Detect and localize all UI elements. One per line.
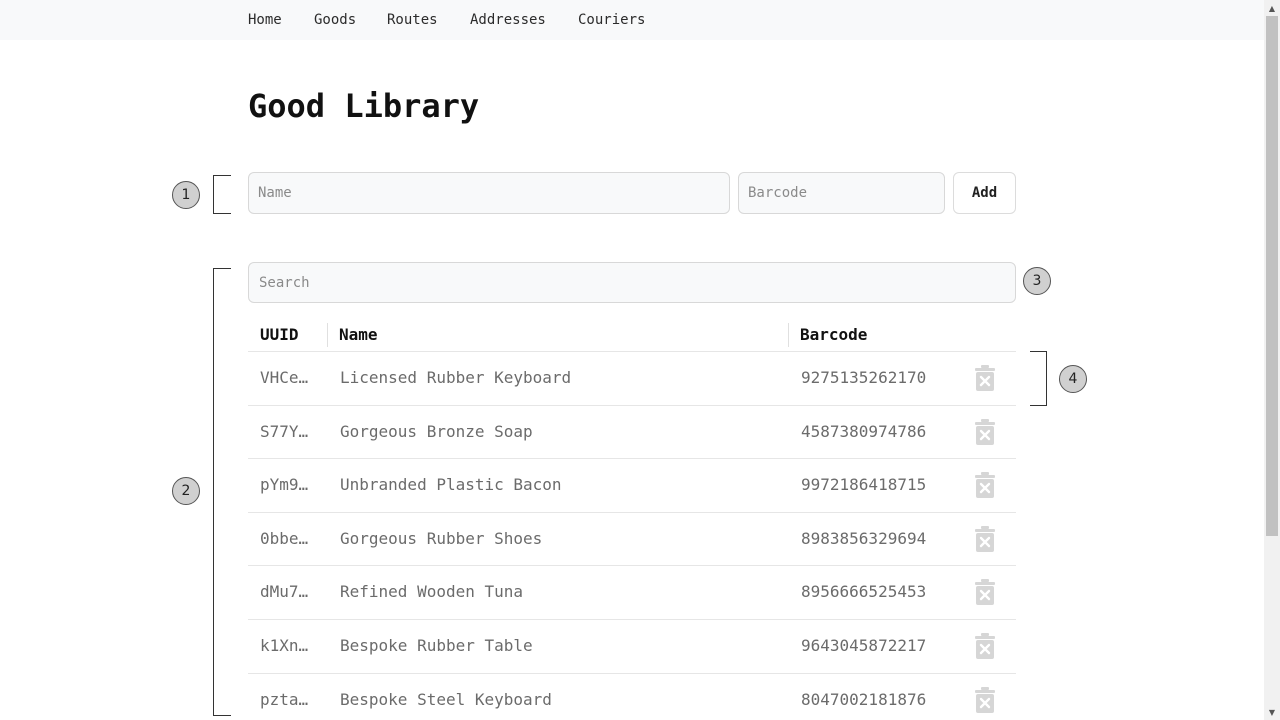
add-button[interactable]: Add (953, 172, 1016, 214)
nav-home[interactable]: Home (248, 11, 282, 29)
annotation-bracket-4 (1030, 351, 1047, 406)
trash-icon[interactable] (974, 418, 996, 446)
cell-uuid: VHCe… (260, 369, 309, 387)
page-title: Good Library (248, 87, 480, 125)
search-input[interactable] (248, 262, 1016, 303)
table-body: VHCe… Licensed Rubber Keyboard 92751352621… (248, 352, 1016, 720)
scroll-thumb[interactable] (1266, 16, 1278, 536)
table-row: dMu7… Refined Wooden Tuna 8956666525453 (248, 566, 1016, 620)
table-row: S77Y… Gorgeous Bronze Soap 4587380974786 (248, 406, 1016, 460)
trash-icon[interactable] (974, 364, 996, 392)
table-header: UUID Name Barcode (248, 318, 1016, 352)
top-nav: Home Goods Routes Addresses Couriers (0, 0, 1264, 40)
barcode-input[interactable] (738, 172, 945, 214)
cell-uuid: pYm9… (260, 476, 309, 495)
table-row: VHCe… Licensed Rubber Keyboard 92751352621… (248, 352, 1016, 406)
annotation-bracket-1 (213, 175, 231, 214)
cell-barcode: 4587380974786 (801, 422, 927, 441)
table-row: pYm9… Unbranded Plastic Bacon 997218641871… (248, 459, 1016, 513)
table-row: 0bbe… Gorgeous Rubber Shoes 8983856329694 (248, 513, 1016, 567)
annotation-badge-3: 3 (1023, 267, 1051, 295)
header-name[interactable]: Name (339, 326, 378, 344)
header-barcode[interactable]: Barcode (800, 326, 867, 344)
cell-name: Gorgeous Bronze Soap (340, 422, 533, 441)
cell-barcode: 9972186418715 (801, 476, 927, 495)
nav-couriers[interactable]: Couriers (578, 11, 645, 29)
annotation-badge-2: 2 (172, 477, 200, 505)
page-scrollbar[interactable]: ▲ ▼ (1264, 0, 1280, 720)
trash-icon[interactable] (974, 686, 996, 714)
cell-barcode: 8956666525453 (801, 583, 927, 602)
cell-name: Gorgeous Rubber Shoes (340, 529, 543, 548)
cell-name: Unbranded Plastic Bacon (340, 476, 562, 495)
header-uuid[interactable]: UUID (260, 326, 299, 344)
trash-icon[interactable] (974, 471, 996, 499)
cell-barcode: 9643045872217 (801, 636, 927, 655)
annotation-bracket-2 (213, 268, 231, 716)
scroll-up-arrow-icon[interactable]: ▲ (1264, 0, 1280, 16)
name-input[interactable] (248, 172, 730, 214)
nav-goods[interactable]: Goods (314, 11, 356, 29)
annotation-badge-1: 1 (172, 181, 200, 209)
cell-uuid: dMu7… (260, 583, 309, 602)
goods-table: UUID Name Barcode VHCe… Licensed Rubber K… (248, 318, 1016, 720)
cell-name: Licensed Rubber Keyboard (340, 369, 572, 387)
header-separator (327, 323, 328, 347)
scroll-down-arrow-icon[interactable]: ▼ (1264, 704, 1280, 720)
cell-uuid: pzta… (260, 690, 309, 709)
cell-uuid: k1Xn… (260, 636, 309, 655)
cell-name: Bespoke Steel Keyboard (340, 690, 552, 709)
cell-name: Refined Wooden Tuna (340, 583, 524, 602)
header-separator (788, 323, 789, 347)
table-row: pzta… Bespoke Steel Keyboard 8047002181876 (248, 674, 1016, 720)
cell-uuid: S77Y… (260, 422, 309, 441)
annotation-badge-4: 4 (1059, 365, 1087, 393)
trash-icon[interactable] (974, 632, 996, 660)
table-row: k1Xn… Bespoke Rubber Table 9643045872217 (248, 620, 1016, 674)
nav-routes[interactable]: Routes (387, 11, 438, 29)
cell-barcode: 8983856329694 (801, 529, 927, 548)
trash-icon[interactable] (974, 578, 996, 606)
page: Home Goods Routes Addresses Couriers Goo… (0, 0, 1280, 720)
cell-barcode: 8047002181876 (801, 690, 927, 709)
nav-addresses[interactable]: Addresses (470, 11, 546, 29)
trash-icon[interactable] (974, 525, 996, 553)
cell-uuid: 0bbe… (260, 529, 309, 548)
cell-barcode: 9275135262170 (801, 369, 927, 387)
cell-name: Bespoke Rubber Table (340, 636, 533, 655)
